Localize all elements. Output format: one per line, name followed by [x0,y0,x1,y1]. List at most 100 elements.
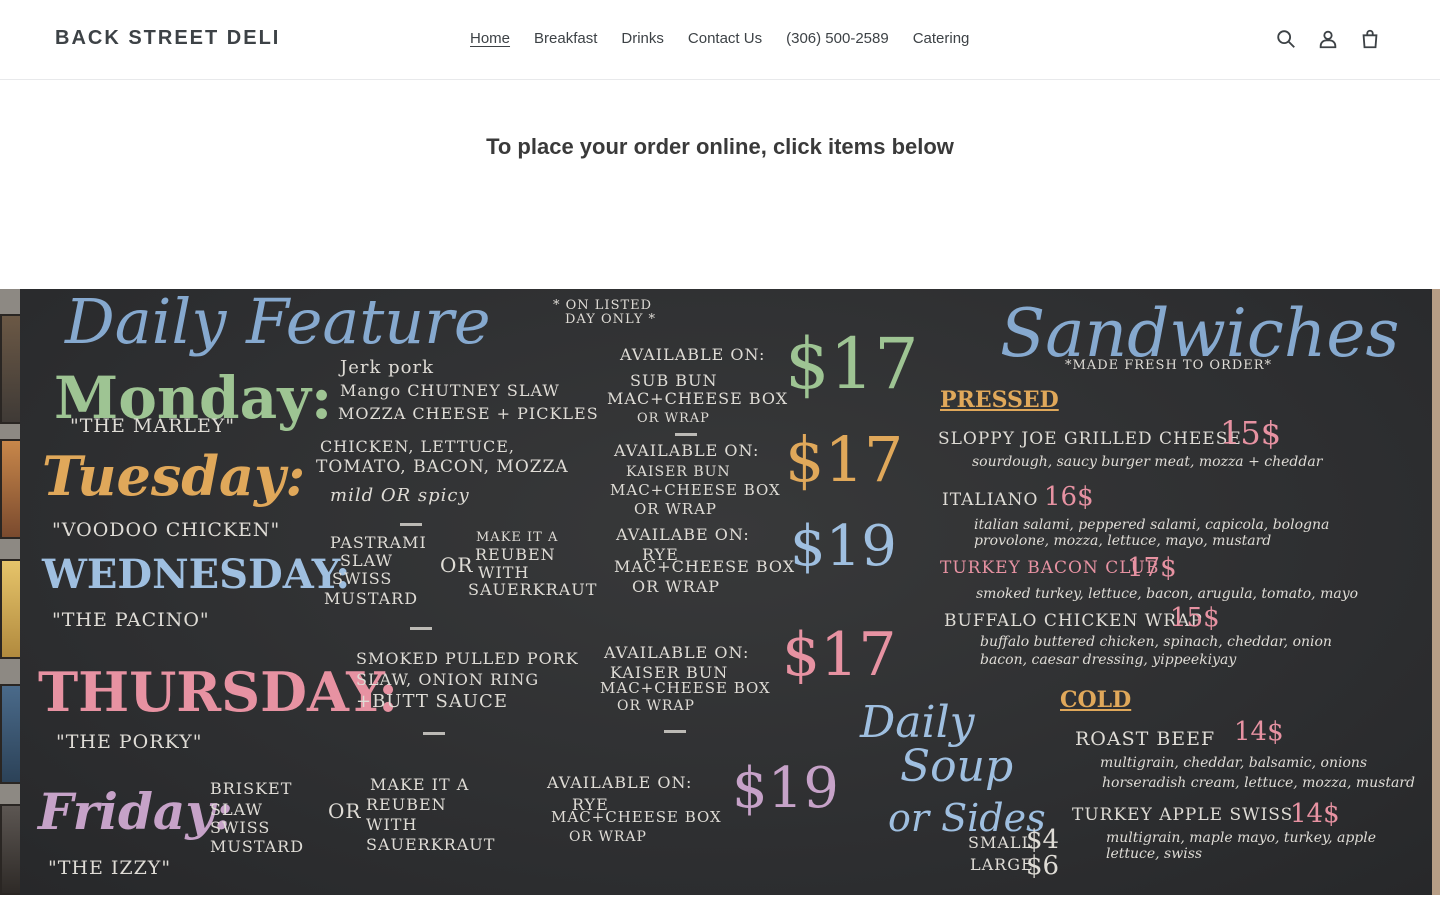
day-thursday: THURSDAY: [38,660,399,724]
day-item: SLAW [210,800,263,819]
day-wednesday: WEDNESDAY: [42,551,351,598]
available-item: OR WRAP [634,500,717,518]
available-item: SUB BUN [630,371,718,390]
day-friday: Friday: [38,782,233,841]
menu-chalkboard-image: Daily Feature * ON LISTED DAY ONLY * Mon… [0,289,1440,895]
sandwich-desc: multigrain, maple mayo, turkey, apple [1106,830,1377,846]
soup-size: SMALL [968,833,1034,852]
sandwich-desc: bacon, caesar dressing, yippeekiyay [980,652,1237,668]
search-icon[interactable] [1274,26,1298,52]
alt-item: MAKE IT A [476,530,559,545]
nav-home[interactable]: Home [458,29,522,49]
sandwich-desc: multigrain, cheddar, balsamic, onions [1100,755,1368,771]
day-price: $17 [785,423,904,496]
sandwiches-note: *MADE FRESH TO ORDER* [1065,358,1273,373]
day-item: Jerk pork [340,357,434,378]
sandwich-price: 16$ [1044,482,1094,512]
wall-picture-frame [0,439,22,539]
day-item: PASTRAMI [330,533,427,552]
wall-picture-frame [0,314,22,424]
available-item: MAC+CHEESE BOX [600,679,771,697]
day-price: $19 [790,514,897,579]
sandwich-name: TURKEY APPLE SWISS [1072,805,1294,825]
day-nickname: "THE MARLEY" [70,415,236,437]
cold-label: COLD [1060,687,1132,713]
day-item: MUSTARD [324,589,419,608]
day-price: $17 [785,323,919,405]
day-item: MOZZA CHEESE + PICKLES [338,404,599,423]
available-title: AVAILABLE ON: [547,773,693,792]
nav-breakfast[interactable]: Breakfast [522,29,609,49]
sandwich-price: 15$ [1220,414,1282,452]
soup-title: Daily [860,697,975,748]
wall-picture-frame [0,684,22,784]
day-nickname: "THE IZZY" [48,857,172,879]
pressed-label: PRESSED [940,387,1059,413]
feature-title: Daily Feature [65,289,491,358]
nav-contact-us[interactable]: Contact Us [676,29,774,49]
feature-note: * ON LISTED [553,298,653,313]
available-title: AVAILABLE ON: [620,345,766,364]
divider [423,732,445,735]
day-price: $17 [782,620,897,690]
soup-title: Soup [900,741,1014,792]
sandwich-name: ROAST BEEF [1075,728,1216,750]
header-icons [1274,26,1382,52]
divider [675,433,697,436]
day-item: SLAW, ONION RING [356,670,540,689]
day-item: TOMATO, BACON, MOZZA [316,457,569,477]
alt-item: SAUERKRAUT [366,835,496,854]
soup-price: $4 [1026,825,1060,855]
divider [664,730,686,733]
sandwich-name: ITALIANO [942,490,1039,510]
alt-item: REUBEN [475,545,556,564]
day-nickname: "THE PACINO" [52,609,210,631]
available-title: AVAILABLE ON: [614,441,760,460]
wall-picture-frame [0,804,22,895]
day-item: SMOKED PULLED PORK [356,649,579,668]
day-item: SWISS [210,818,271,837]
cart-icon[interactable] [1358,26,1382,52]
alt-item: MAKE IT A [370,775,470,794]
divider [400,523,422,526]
available-item: MAC+CHEESE BOX [551,808,722,826]
account-icon[interactable] [1316,26,1340,52]
available-item: KAISER BUN [626,464,731,480]
day-item: +BUTT SAUCE [356,691,508,712]
day-nickname: "THE PORKY" [56,731,203,753]
or-label: OR [440,553,474,577]
nav-phone[interactable]: (306) 500-2589 [774,29,901,49]
day-tuesday: Tuesday: [42,444,306,508]
available-item: OR WRAP [617,698,695,714]
nav-drinks[interactable]: Drinks [609,29,676,49]
sandwich-name: SLOPPY JOE GRILLED CHEESE [938,429,1242,449]
day-item: SLAW [340,551,393,570]
available-item: MAC+CHEESE BOX [607,389,789,408]
available-title: AVAILABE ON: [616,525,750,544]
alt-item: WITH [478,563,530,582]
sandwich-name: BUFFALO CHICKEN WRAP [944,611,1203,631]
feature-note: DAY ONLY * [565,312,657,327]
available-item: MAC+CHEESE BOX [610,481,781,499]
sandwich-desc: horseradish cream, lettuce, mozza, musta… [1102,775,1415,791]
day-item: MUSTARD [210,837,305,856]
sandwich-desc: lettuce, swiss [1106,846,1203,862]
day-item: CHICKEN, LETTUCE, [320,437,515,456]
order-online-heading: To place your order online, click items … [486,134,954,159]
nav-catering[interactable]: Catering [901,29,982,49]
alt-item: SAUERKRAUT [468,580,598,599]
soup-title: or Sides [888,796,1046,840]
sandwich-desc: buffalo buttered chicken, spinach, chedd… [980,634,1332,650]
wall-picture-frame [0,559,22,659]
sandwich-price: 17$ [1127,553,1177,583]
divider [410,627,432,630]
soup-price: $6 [1026,851,1060,881]
main-nav: Home Breakfast Drinks Contact Us (306) 5… [458,29,981,49]
available-title: AVAILABLE ON: [604,643,750,662]
day-item: BRISKET [210,779,293,798]
day-item: mild OR spicy [330,485,470,506]
or-label: OR [328,799,362,823]
alt-item: REUBEN [366,795,447,814]
site-logo[interactable]: BACK STREET DELI [55,27,280,50]
day-price: $19 [732,756,839,821]
